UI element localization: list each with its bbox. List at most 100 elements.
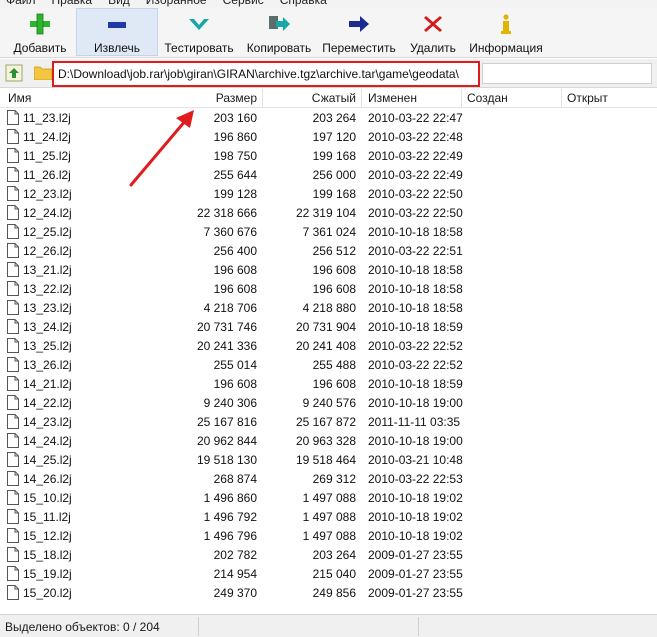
info-button[interactable]: Информация <box>466 8 546 56</box>
file-row[interactable]: 15_19.l2j 214 954 215 040 2009-01-27 23:55 <box>0 564 657 583</box>
menu-item[interactable]: Файл <box>6 0 36 7</box>
file-row[interactable]: 12_25.l2j 7 360 676 7 361 024 2010-10-18 18… <box>0 222 657 241</box>
file-modified: 2010-10-18 18:59 <box>368 377 463 391</box>
column-divider[interactable] <box>262 89 263 107</box>
column-name-header[interactable]: Имя <box>8 91 31 105</box>
menu-item[interactable]: Справка <box>280 0 327 7</box>
file-icon <box>7 243 19 258</box>
column-size-header[interactable]: Размер <box>216 91 257 105</box>
file-packed-size: 203 264 <box>312 548 356 562</box>
file-name: 15_12.l2j <box>23 529 72 543</box>
menu-item[interactable]: Сервис <box>223 0 264 7</box>
copy-button-label: Копировать <box>246 41 312 55</box>
file-row[interactable]: 12_24.l2j 22 318 666 22 319 104 2010-03-22 … <box>0 203 657 222</box>
file-row[interactable]: 13_21.l2j 196 608 196 608 2010-10-18 18:58 <box>0 260 657 279</box>
file-name: 12_23.l2j <box>23 187 72 201</box>
file-row[interactable]: 14_22.l2j 9 240 306 9 240 576 2010-10-18 19… <box>0 393 657 412</box>
file-row[interactable]: 15_18.l2j 202 782 203 264 2009-01-27 23:55 <box>0 545 657 564</box>
file-modified: 2010-10-18 19:02 <box>368 491 463 505</box>
file-name: 12_24.l2j <box>23 206 72 220</box>
test-button[interactable]: Тестировать <box>158 8 240 56</box>
file-row[interactable]: 12_23.l2j 199 128 199 168 2010-03-22 22:50 <box>0 184 657 203</box>
file-modified: 2010-10-18 18:58 <box>368 225 463 239</box>
menu-item[interactable]: Правка <box>52 0 93 7</box>
file-row[interactable]: 14_26.l2j 268 874 269 312 2010-03-22 22:53 <box>0 469 657 488</box>
extract-button-label: Извлечь <box>93 41 140 55</box>
up-folder-icon[interactable] <box>5 64 23 82</box>
file-icon <box>7 414 19 429</box>
file-row[interactable]: 11_26.l2j 255 644 256 000 2010-03-22 22:49 <box>0 165 657 184</box>
file-row[interactable]: 14_23.l2j 25 167 816 25 167 872 2011-11-11 … <box>0 412 657 431</box>
file-name: 13_21.l2j <box>23 263 72 277</box>
file-modified: 2010-03-22 22:48 <box>368 130 463 144</box>
copy-button[interactable]: Копировать <box>240 8 318 56</box>
file-size: 199 128 <box>213 187 257 201</box>
file-row[interactable]: 13_22.l2j 196 608 196 608 2010-10-18 18:58 <box>0 279 657 298</box>
file-row[interactable]: 15_20.l2j 249 370 249 856 2009-01-27 23:55 <box>0 583 657 602</box>
column-packed-header[interactable]: Сжатый <box>312 91 356 105</box>
file-row[interactable]: 13_26.l2j 255 014 255 488 2010-03-22 22:52 <box>0 355 657 374</box>
status-divider <box>198 617 199 636</box>
column-opened-header[interactable]: Открыт <box>567 91 608 105</box>
file-icon <box>7 509 19 524</box>
file-row[interactable]: 15_10.l2j 1 496 860 1 497 088 2010-10-18 19… <box>0 488 657 507</box>
file-row[interactable]: 13_24.l2j 20 731 746 20 731 904 2010-10-18 … <box>0 317 657 336</box>
column-divider[interactable] <box>561 89 562 107</box>
file-row[interactable]: 14_24.l2j 20 962 844 20 963 328 2010-10-18 … <box>0 431 657 450</box>
file-icon <box>7 281 19 296</box>
file-row[interactable]: 14_25.l2j 19 518 130 19 518 464 2010-03-21 … <box>0 450 657 469</box>
copy-arrow-icon <box>267 12 291 36</box>
file-name: 13_26.l2j <box>23 358 72 372</box>
file-modified: 2010-03-22 22:49 <box>368 149 463 163</box>
file-packed-size: 256 512 <box>312 244 356 258</box>
file-size: 249 370 <box>213 586 257 600</box>
file-row[interactable]: 12_26.l2j 256 400 256 512 2010-03-22 22:51 <box>0 241 657 260</box>
address-path-input[interactable]: D:\Download\job.rar\job\giran\GIRAN\arch… <box>52 61 480 87</box>
file-row[interactable]: 15_11.l2j 1 496 792 1 497 088 2010-10-18 19… <box>0 507 657 526</box>
file-icon <box>7 262 19 277</box>
column-divider[interactable] <box>461 89 462 107</box>
file-size: 255 014 <box>213 358 257 372</box>
file-rows: 11_23.l2j 203 160 203 264 2010-03-22 22:47 1… <box>0 108 657 602</box>
column-divider[interactable] <box>361 89 362 107</box>
file-row[interactable]: 13_25.l2j 20 241 336 20 241 408 2010-03-22 … <box>0 336 657 355</box>
file-row[interactable]: 11_23.l2j 203 160 203 264 2010-03-22 22:47 <box>0 108 657 127</box>
add-button[interactable]: Добавить <box>4 8 76 56</box>
file-row[interactable]: 11_25.l2j 198 750 199 168 2010-03-22 22:49 <box>0 146 657 165</box>
file-modified: 2010-03-22 22:52 <box>368 358 463 372</box>
file-name: 13_22.l2j <box>23 282 72 296</box>
file-name: 11_24.l2j <box>23 130 71 144</box>
file-packed-size: 22 319 104 <box>295 206 356 220</box>
delete-button[interactable]: Удалить <box>400 8 466 56</box>
file-row[interactable]: 15_12.l2j 1 496 796 1 497 088 2010-10-18 19… <box>0 526 657 545</box>
file-packed-size: 256 000 <box>312 168 356 182</box>
file-row[interactable]: 11_24.l2j 196 860 197 120 2010-03-22 22:48 <box>0 127 657 146</box>
file-packed-size: 20 241 408 <box>295 339 356 353</box>
file-icon <box>7 528 19 543</box>
menu-item[interactable]: Вид <box>108 0 130 7</box>
file-icon <box>7 395 19 410</box>
file-name: 11_23.l2j <box>23 111 71 125</box>
file-size: 20 241 336 <box>196 339 257 353</box>
status-divider <box>418 617 419 636</box>
menu-item[interactable]: Избранное <box>146 0 207 7</box>
file-name: 15_20.l2j <box>23 586 72 600</box>
move-button[interactable]: Переместить <box>318 8 400 56</box>
address-dropdown[interactable] <box>482 63 652 84</box>
file-packed-size: 1 497 088 <box>302 510 356 524</box>
file-modified: 2010-10-18 18:58 <box>368 301 463 315</box>
file-modified: 2010-03-22 22:53 <box>368 472 463 486</box>
file-icon <box>7 376 19 391</box>
column-created-header[interactable]: Создан <box>467 91 508 105</box>
extract-button[interactable]: Извлечь <box>76 8 158 56</box>
file-icon <box>7 110 19 125</box>
file-row[interactable]: 14_21.l2j 196 608 196 608 2010-10-18 18:59 <box>0 374 657 393</box>
file-icon <box>7 452 19 467</box>
file-name: 15_19.l2j <box>23 567 72 581</box>
file-icon <box>7 129 19 144</box>
file-icon <box>7 357 19 372</box>
file-row[interactable]: 13_23.l2j 4 218 706 4 218 880 2010-10-18 18… <box>0 298 657 317</box>
column-modified-header[interactable]: Изменен <box>368 91 417 105</box>
file-modified: 2010-03-22 22:49 <box>368 168 463 182</box>
file-modified: 2010-10-18 19:02 <box>368 510 463 524</box>
